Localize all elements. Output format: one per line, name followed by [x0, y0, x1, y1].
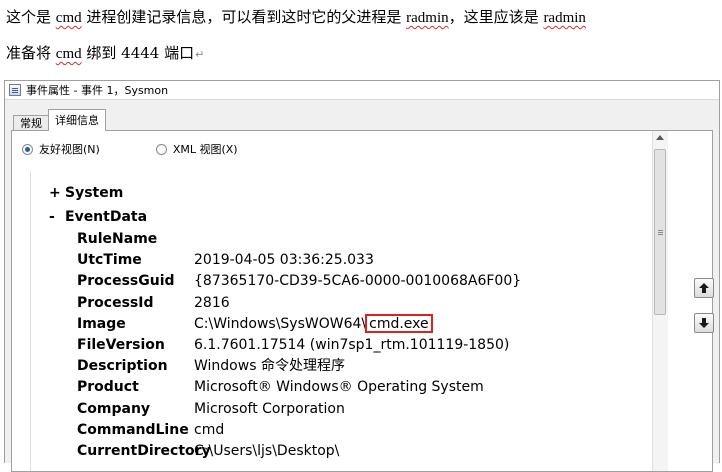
field-value: C:\Users\ljs\Desktop\	[194, 442, 340, 459]
field-key: ProcessGuid	[77, 273, 175, 290]
field-row: ProcessId 2816	[49, 293, 521, 314]
field-row: UtcTime 2019-04-05 03:36:25.033	[49, 250, 521, 271]
previous-event-button[interactable]	[694, 278, 714, 298]
details-panel: 友好视图(N) XML 视图(X) + System - EventData R…	[11, 130, 714, 472]
doc-line-1: 这个是 cmd 进程创建记录信息，可以看到这时它的父进程是 radmin，这里应…	[6, 6, 586, 27]
field-key: RuleName	[77, 231, 158, 247]
window-titlebar[interactable]: 事件属性 - 事件 1，Sysmon	[5, 81, 719, 100]
doc-text-cmd: cmd	[55, 10, 82, 26]
tab-general[interactable]: 常规	[13, 115, 49, 131]
field-value: 2019-04-05 03:36:25.033	[194, 252, 374, 269]
field-row: RuleName	[49, 229, 521, 250]
friendly-view-radio[interactable]: 友好视图(N)	[22, 141, 100, 157]
doc-text: 这个是	[6, 8, 56, 26]
field-key: Image	[77, 315, 126, 332]
detail-scrollbar[interactable]	[652, 131, 668, 471]
field-value: Windows 命令处理程序	[194, 358, 345, 375]
field-row-image: Image C:\Windows\SysWOW64\ cmd.exe	[49, 313, 521, 335]
tree-node-eventdata[interactable]: - EventData	[49, 205, 521, 229]
doc-text-cmd: cmd	[55, 46, 82, 62]
event-tree: + System - EventData RuleName UtcTime 201…	[49, 181, 521, 462]
field-row: CommandLine cmd	[49, 420, 521, 441]
doc-text: ，这里应该是	[448, 8, 544, 26]
field-key: FileVersion	[77, 336, 165, 353]
next-event-button[interactable]	[694, 313, 714, 333]
field-row: ProcessGuid {87365170-CD39-5CA6-0000-0010…	[49, 271, 521, 292]
field-key: ProcessId	[77, 294, 154, 311]
field-value: Microsoft® Windows® Operating System	[194, 379, 484, 396]
tree-node-label: EventData	[65, 209, 148, 225]
expand-icon[interactable]: +	[49, 181, 65, 205]
doc-text-radmin: radmin	[406, 10, 449, 26]
field-value: Microsoft Corporation	[194, 400, 345, 417]
field-key: CurrentDirectory	[77, 442, 211, 459]
arrow-down-icon	[699, 318, 709, 328]
field-key: CommandLine	[77, 421, 189, 438]
field-row: FileVersion 6.1.7601.17514 (win7sp1_rtm.1…	[49, 335, 521, 356]
xml-view-radio[interactable]: XML 视图(X)	[155, 141, 238, 157]
xml-view-label: XML 视图(X)	[172, 143, 238, 156]
doc-text-radmin: radmin	[543, 10, 586, 26]
scroll-up-arrow-icon[interactable]	[656, 135, 664, 140]
highlighted-filename: cmd.exe	[365, 313, 433, 333]
eventdata-fields: RuleName UtcTime 2019-04-05 03:36:25.033 …	[49, 229, 521, 462]
field-row: CurrentDirectory C:\Users\ljs\Desktop\	[49, 441, 521, 462]
field-row: Description Windows 命令处理程序	[49, 356, 521, 377]
doc-text: 进程创建记录信息，可以看到这时它的父进程是	[81, 8, 407, 26]
tab-details[interactable]: 详细信息	[48, 109, 106, 131]
field-row: Company Microsoft Corporation	[49, 399, 521, 420]
grip-icon	[658, 230, 663, 231]
tree-node-label: System	[65, 185, 124, 201]
image-path: C:\Windows\SysWOW64\	[194, 315, 367, 332]
collapse-icon[interactable]: -	[49, 205, 65, 229]
field-row: Product Microsoft® Windows® Operating Sys…	[49, 377, 521, 398]
window-title: 事件属性 - 事件 1，Sysmon	[26, 84, 169, 97]
arrow-up-icon	[699, 283, 709, 293]
event-viewer-icon	[9, 84, 21, 96]
field-key: Company	[77, 400, 151, 417]
field-key: Description	[77, 358, 168, 375]
field-key: UtcTime	[77, 252, 142, 269]
field-value: cmd	[194, 421, 225, 438]
field-key: Product	[77, 379, 139, 396]
scrollbar-thumb[interactable]	[654, 149, 666, 315]
doc-line-2: 准备将 cmd 绑到 4444 端口↵	[6, 42, 204, 63]
view-mode-selector: 友好视图(N) XML 视图(X)	[22, 141, 294, 157]
doc-text: 绑到 4444 端口	[81, 44, 195, 62]
field-value: {87365170-CD39-5CA6-0000-0010068A6F00}	[194, 273, 522, 290]
field-value: C:\Windows\SysWOW64\ cmd.exe	[194, 313, 433, 335]
field-value: 2816	[194, 294, 230, 311]
paragraph-mark-icon: ↵	[195, 48, 205, 61]
radio-checked-icon	[22, 143, 33, 155]
tree-node-system[interactable]: + System	[49, 181, 521, 205]
event-detail-view: + System - EventData RuleName UtcTime 201…	[30, 171, 665, 471]
tab-strip: 常规 详细信息	[13, 109, 106, 131]
doc-text: 准备将	[6, 44, 56, 62]
friendly-view-label: 友好视图(N)	[39, 143, 100, 156]
radio-unchecked-icon	[155, 143, 167, 155]
field-value: 6.1.7601.17514 (win7sp1_rtm.101119-1850)	[194, 336, 510, 353]
event-properties-window: 事件属性 - 事件 1，Sysmon 常规 详细信息 友好视图(N) XML 视…	[4, 80, 720, 472]
